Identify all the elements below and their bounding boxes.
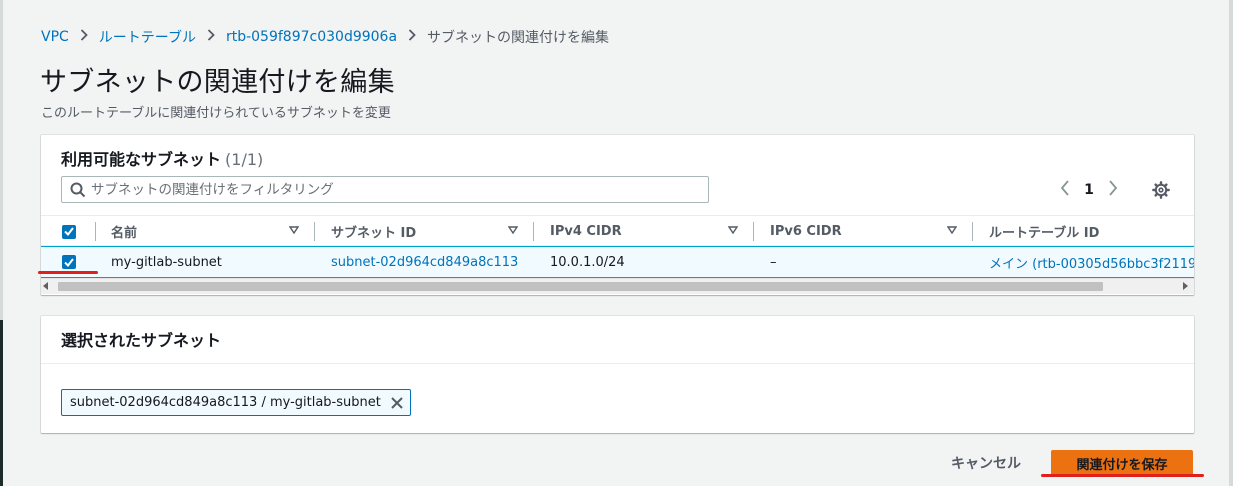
cell-subnet-id: subnet-02d964cd849a8c113 [331,247,518,277]
pagination: 1 [1054,179,1124,201]
breadcrumb-route-table-id[interactable]: rtb-059f897c030d9906a [226,29,397,45]
cancel-button[interactable]: キャンセル [940,450,1032,476]
available-subnets-panel: 利用可能なサブネット(1/1) 1 [41,135,1194,295]
sort-down-icon[interactable] [727,226,739,237]
horizontal-scrollbar[interactable] [41,278,1194,294]
sort-down-icon[interactable] [288,226,300,237]
selected-subnets-panel: 選択されたサブネット subnet-02d964cd849a8c113 / my… [41,316,1194,433]
scroll-right-icon[interactable] [1182,282,1188,293]
column-label-route-table: ルートテーブル ID [989,226,1100,241]
available-subnets-title: 利用可能なサブネット (1/1) [61,146,263,170]
cell-name: my-gitlab-subnet [111,254,222,270]
column-header-ipv6[interactable]: IPv6 CIDR [770,216,970,247]
chevron-right-icon [408,29,416,45]
column-divider [95,222,96,241]
available-subnets-count: (1/1) [225,150,264,169]
annotation-underline-checkbox [38,271,98,274]
column-label-subnet-id: サブネット ID [331,226,417,241]
chevron-right-icon [207,29,215,45]
column-header-name[interactable]: 名前 [111,216,311,247]
page-number[interactable]: 1 [1076,182,1102,198]
token-label: subnet-02d964cd849a8c113 / my-gitlab-sub… [70,395,381,410]
cell-route-table: メイン (rtb-00305d56bbc3f2119) [989,247,1194,277]
annotation-underline-save [1041,474,1204,477]
breadcrumb-vpc[interactable]: VPC [41,29,69,45]
gear-icon[interactable] [1150,179,1172,201]
column-divider [533,222,534,241]
selected-subnet-token: subnet-02d964cd849a8c113 / my-gitlab-sub… [61,389,411,416]
select-all-cell [62,216,76,247]
window-left-edge-dark [0,320,3,486]
next-page-icon[interactable] [1102,180,1124,200]
cell-ipv6: – [770,254,777,270]
search-icon [65,176,91,203]
selected-subnets-title: 選択されたサブネット [61,331,222,350]
close-icon[interactable] [389,395,405,411]
save-associations-button[interactable]: 関連付けを保存 [1051,450,1193,476]
page-description: このルートテーブルに関連付けられているサブネットを変更 [41,106,391,121]
cell-ipv4: 10.0.1.0/24 [550,254,625,270]
divider [41,363,1194,364]
available-subnets-heading: 利用可能なサブネット [61,150,222,169]
column-divider [314,222,315,241]
column-header-subnet-id[interactable]: サブネット ID [331,216,531,247]
column-divider [972,222,973,241]
column-header-route-table[interactable]: ルートテーブル ID [989,216,1189,247]
route-table-link[interactable]: メイン (rtb-00305d56bbc3f2119) [989,253,1194,272]
column-header-ipv4[interactable]: IPv4 CIDR [550,216,750,247]
column-label-name: 名前 [111,226,138,241]
breadcrumb: VPC ルートテーブル rtb-059f897c030d9906a サブネットの… [41,27,609,47]
filter-input[interactable] [91,181,691,198]
page-title: サブネットの関連付けを編集 [40,67,395,98]
scrollbar-thumb[interactable] [58,282,1103,291]
scroll-left-icon[interactable] [43,282,49,293]
table-header: 名前 サブネット ID IPv4 CIDR IPv6 CIDR ルートテーブル … [41,215,1194,246]
breadcrumb-route-tables[interactable]: ルートテーブル [99,27,196,47]
column-label-ipv4: IPv4 CIDR [550,224,622,239]
previous-page-icon[interactable] [1054,180,1076,200]
window-right-edge [1229,0,1233,486]
table-row[interactable]: my-gitlab-subnet subnet-02d964cd849a8c11… [41,246,1194,278]
subnet-id-link[interactable]: subnet-02d964cd849a8c113 [331,255,518,270]
select-all-checkbox[interactable] [62,224,76,239]
row-checkbox[interactable] [62,255,76,269]
sort-down-icon[interactable] [946,226,958,237]
column-label-ipv6: IPv6 CIDR [770,224,842,239]
filter-box [61,176,709,203]
column-divider [753,222,754,241]
breadcrumb-current: サブネットの関連付けを編集 [427,30,610,46]
sort-down-icon[interactable] [507,226,519,237]
chevron-right-icon [80,29,88,45]
